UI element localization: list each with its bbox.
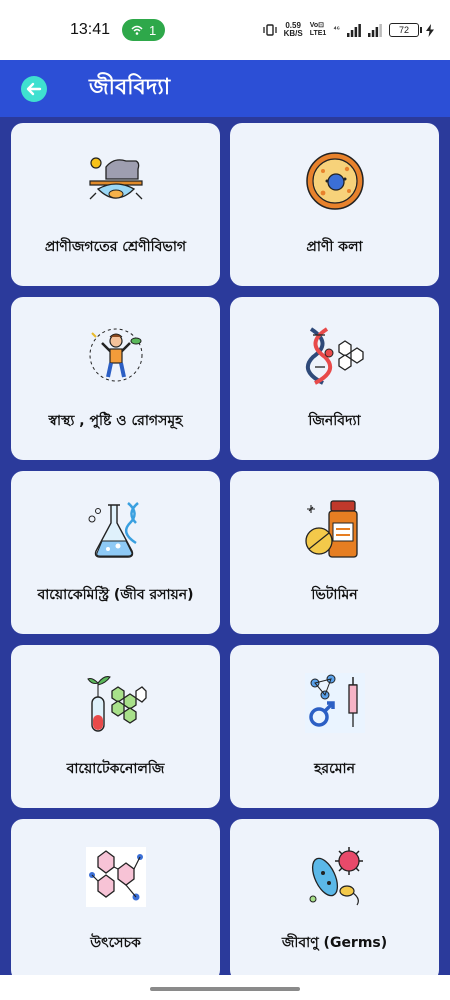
category-label: জীবাণু (Germs) — [281, 935, 388, 951]
category-label: স্বাস্থ্য , পুষ্টি ও রোগসমূহ — [48, 413, 183, 429]
category-label: প্রাণীজগতের শ্রেণীবিভাগ — [44, 239, 187, 255]
category-card-animal-tissue[interactable]: প্রাণী কলা — [230, 123, 439, 286]
category-card-biochemistry[interactable]: বায়োকেমিস্ট্রি (জীব রসায়ন) — [11, 471, 220, 634]
category-label: উৎসেচক — [90, 935, 141, 951]
charging-icon — [426, 23, 434, 37]
status-bar: 13:41 1 0.59 KB/S Vo⊡ LTE1 ⁴⁶ 72 — [0, 0, 450, 60]
hotspot-icon — [131, 25, 143, 35]
status-time: 13:41 — [70, 21, 111, 38]
app-bar: জীববিদ্যা — [0, 60, 450, 117]
flask-dna-icon — [88, 502, 139, 558]
dna-icon — [305, 327, 364, 385]
category-card-vitamin[interactable]: ভিটামিন — [230, 471, 439, 634]
vibrate-icon — [262, 24, 277, 36]
hormone-syringe-icon — [304, 673, 365, 733]
category-card-health-nutrition[interactable]: স্বাস্থ্য , পুষ্টি ও রোগসমূহ — [11, 297, 220, 460]
gesture-nav-bar — [0, 975, 450, 1000]
category-card-biotechnology[interactable]: বায়োটেকনোলজি — [11, 645, 220, 808]
category-card-germs[interactable]: জীবাণু (Germs) — [230, 819, 439, 975]
germs-icon — [309, 847, 363, 906]
arrow-left-icon — [26, 82, 42, 95]
page-title: জীববিদ্যা — [89, 75, 171, 100]
battery-indicator: 72 — [389, 23, 422, 37]
hotspot-badge: 1 — [122, 19, 166, 41]
category-card-animal-classification[interactable]: প্রাণীজগতের শ্রেণীবিভাগ — [11, 123, 220, 286]
network-type: ⁴⁶ — [333, 26, 340, 33]
vitamin-bottle-icon — [304, 500, 358, 558]
category-label: বায়োটেকনোলজি — [66, 761, 165, 777]
category-grid: প্রাণীজগতের শ্রেণীবিভাগ প্রাণী কলা স্বাস… — [0, 117, 450, 975]
signal-icon-1 — [347, 23, 361, 37]
plant-test-tube-icon — [86, 676, 147, 732]
category-label: জিনবিদ্যা — [308, 413, 361, 429]
animal-cell-icon — [305, 152, 364, 210]
hotspot-count: 1 — [149, 22, 157, 38]
category-label: বায়োকেমিস্ট্রি (জীব রসায়ন) — [37, 587, 194, 603]
category-card-hormone[interactable]: হরমোন — [230, 645, 439, 808]
network-speed: 0.59 KB/S — [283, 21, 303, 38]
healthy-person-icon — [89, 328, 142, 382]
enzyme-molecule-icon — [85, 847, 146, 907]
category-card-genetics[interactable]: জিনবিদ্যা — [230, 297, 439, 460]
signal-icon-2 — [368, 23, 382, 37]
animal-classification-icon — [88, 157, 143, 200]
category-label: প্রাণী কলা — [306, 239, 363, 255]
home-indicator[interactable] — [150, 987, 300, 991]
category-label: হরমোন — [314, 761, 355, 777]
category-label: ভিটামিন — [311, 587, 358, 603]
status-icons: 0.59 KB/S Vo⊡ LTE1 ⁴⁶ 72 — [262, 21, 434, 38]
back-button[interactable] — [21, 75, 47, 102]
volte-indicator: Vo⊡ LTE1 — [309, 22, 327, 37]
category-card-enzyme[interactable]: উৎসেচক — [11, 819, 220, 975]
